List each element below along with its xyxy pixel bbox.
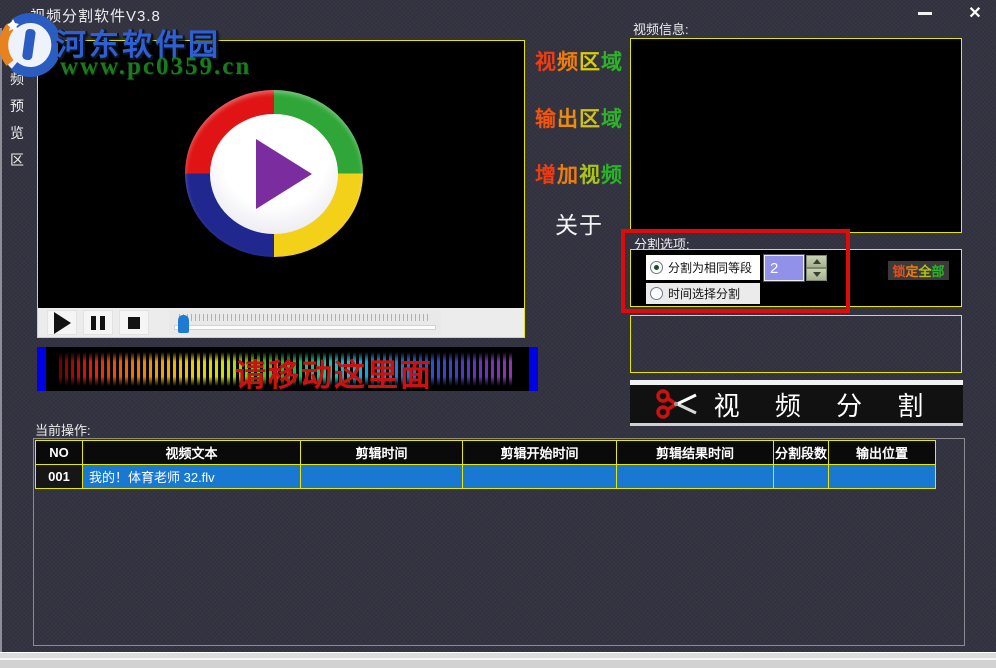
window-left-border <box>0 28 2 652</box>
label-video-area: 视频区域 <box>528 46 630 76</box>
spinner-up-button[interactable] <box>806 255 827 268</box>
label-output-area: 输出区域 <box>528 103 630 133</box>
video-player-panel <box>37 40 525 338</box>
media-player-logo-inner <box>210 114 338 234</box>
window-bottom-grip <box>0 652 996 668</box>
time-select-panel <box>630 315 962 373</box>
play-icon <box>54 312 71 334</box>
cell-clip-time[interactable] <box>301 465 463 489</box>
col-header-output-path: 输出位置 <box>829 441 936 465</box>
split-button-bottom-edge <box>630 423 963 426</box>
table-header-row: NO 视频文本 剪辑时间 剪辑开始时间 剪辑结果时间 分割段数 输出位置 <box>36 441 936 465</box>
stop-icon <box>128 317 140 329</box>
arrow-up-icon <box>813 259 821 264</box>
col-header-video-text: 视频文本 <box>83 441 301 465</box>
about-button[interactable]: 关于 <box>528 206 630 240</box>
current-operation-label: 当前操作: <box>35 420 91 439</box>
arrow-down-icon <box>813 272 821 277</box>
radio-time-select-label: 时间选择分割 <box>668 285 740 302</box>
waveform-left-cap <box>37 347 46 391</box>
split-options-box: 分割为相同等段 2 时间选择分割 锁定全部 <box>630 249 962 307</box>
cell-segment-count[interactable] <box>774 465 829 489</box>
video-split-button[interactable]: 视 频 分 割 <box>630 380 963 426</box>
spinner-buttons <box>806 255 827 281</box>
stop-button[interactable] <box>119 310 149 335</box>
audio-waveform-strip[interactable]: 请移动这里面 <box>37 347 538 391</box>
waveform-right-cap <box>529 347 538 391</box>
video-info-box <box>630 38 962 233</box>
cell-output-path[interactable] <box>829 465 936 489</box>
seek-slider-track[interactable] <box>174 325 436 330</box>
operations-table-container: NO 视频文本 剪辑时间 剪辑开始时间 剪辑结果时间 分割段数 输出位置 001… <box>33 438 965 646</box>
seek-slider-thumb[interactable] <box>178 315 189 333</box>
cell-clip-start-time[interactable] <box>463 465 617 489</box>
radio-unselected-icon[interactable] <box>650 287 663 300</box>
table-row[interactable]: 001 我的！体育老师 32.flv <box>36 465 936 489</box>
radio-time-select[interactable]: 时间选择分割 <box>646 283 760 304</box>
segment-count-input[interactable]: 2 <box>764 255 804 281</box>
video-info-label: 视频信息: <box>633 19 689 38</box>
close-icon: ✕ <box>968 3 981 23</box>
close-button[interactable]: ✕ <box>962 2 988 24</box>
add-video-button[interactable]: 增加视频 <box>528 159 630 189</box>
seek-slider[interactable] <box>169 310 441 335</box>
play-button[interactable] <box>47 310 77 335</box>
col-header-clip-start-time: 剪辑开始时间 <box>463 441 617 465</box>
minimize-icon <box>918 12 932 15</box>
radio-equal-segments-label: 分割为相同等段 <box>668 259 752 276</box>
operations-table: NO 视频文本 剪辑时间 剪辑开始时间 剪辑结果时间 分割段数 输出位置 001… <box>35 440 936 489</box>
video-screen[interactable] <box>38 41 524 308</box>
scissors-icon <box>656 387 700 421</box>
spinner-down-button[interactable] <box>806 268 827 281</box>
waveform-overlay-text: 请移动这里面 <box>235 350 433 395</box>
cell-video-text[interactable]: 我的！体育老师 32.flv <box>83 465 301 489</box>
hedong-logo-icon <box>0 13 58 82</box>
minimize-button[interactable] <box>912 2 938 24</box>
col-header-segment-count: 分割段数 <box>774 441 829 465</box>
player-controls-bar <box>38 308 524 337</box>
radio-selected-icon[interactable] <box>650 261 663 274</box>
pause-icon <box>91 316 105 330</box>
col-header-clip-result-time: 剪辑结果时间 <box>617 441 774 465</box>
media-player-logo-icon <box>185 90 363 257</box>
watermark-site-url: www.pc0359.cn <box>60 53 251 81</box>
radio-equal-segments[interactable]: 分割为相同等段 <box>646 255 760 280</box>
col-header-clip-time: 剪辑时间 <box>301 441 463 465</box>
cell-no[interactable]: 001 <box>36 465 83 489</box>
pause-button[interactable] <box>83 310 113 335</box>
seek-slider-ticks <box>179 314 431 321</box>
lock-all-button[interactable]: 锁定全部 <box>888 261 949 280</box>
segment-count-spinner: 2 <box>764 255 827 281</box>
split-button-label: 视 频 分 割 <box>714 386 938 423</box>
cell-clip-result-time[interactable] <box>617 465 774 489</box>
col-header-no: NO <box>36 441 83 465</box>
play-logo-triangle-icon <box>256 139 312 209</box>
